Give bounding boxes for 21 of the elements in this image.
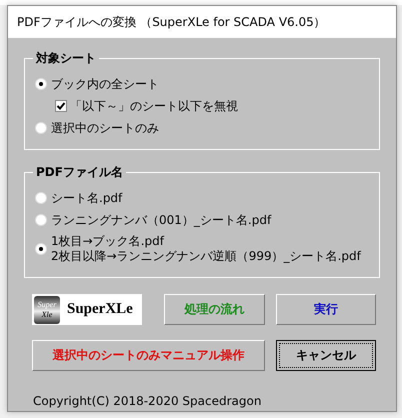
window-title: PDFファイルへの変換 （SuperXLe for SCADA V6.05） <box>8 6 396 38</box>
logo-name: SuperXLe <box>67 301 133 318</box>
group-title: PDFファイル名 <box>33 164 126 181</box>
radio-button[interactable] <box>35 214 47 226</box>
option-label: ブック内の全シート <box>51 76 159 92</box>
copyright-text: Copyright(C) 2018-2020 Spacedragon <box>33 394 262 408</box>
checkbox-label: 「以下～」のシート以下を無視 <box>70 98 238 114</box>
checkbox[interactable] <box>55 100 67 112</box>
action-button[interactable]: キャンセル <box>276 340 376 371</box>
group-title: 対象シート <box>33 50 99 67</box>
option-label: シート名.pdf <box>51 190 122 206</box>
logo-badge: Super Xle <box>34 296 60 324</box>
option-label: 選択中のシートのみ <box>51 120 159 136</box>
option-label: 2枚目以降→ランニングナンバ逆順（999）_シート名.pdf <box>51 249 361 264</box>
option-label: ランニングナンバ（001）_シート名.pdf <box>51 212 272 228</box>
action-button[interactable]: 実行 <box>276 294 376 325</box>
radio-button[interactable] <box>35 243 47 255</box>
radio-button[interactable] <box>35 78 47 90</box>
option-label: 1枚目→ブック名.pdf <box>51 234 166 249</box>
radio-button[interactable] <box>35 122 47 134</box>
radio-button[interactable] <box>35 192 47 204</box>
